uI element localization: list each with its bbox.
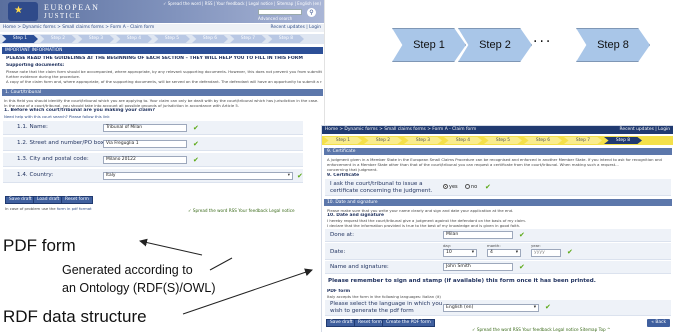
- arrow-link: [209, 257, 233, 271]
- annotation-arrows: [139, 238, 313, 315]
- arrow-to-right-form: [182, 268, 313, 315]
- arrow-to-pdf-form: [139, 238, 203, 256]
